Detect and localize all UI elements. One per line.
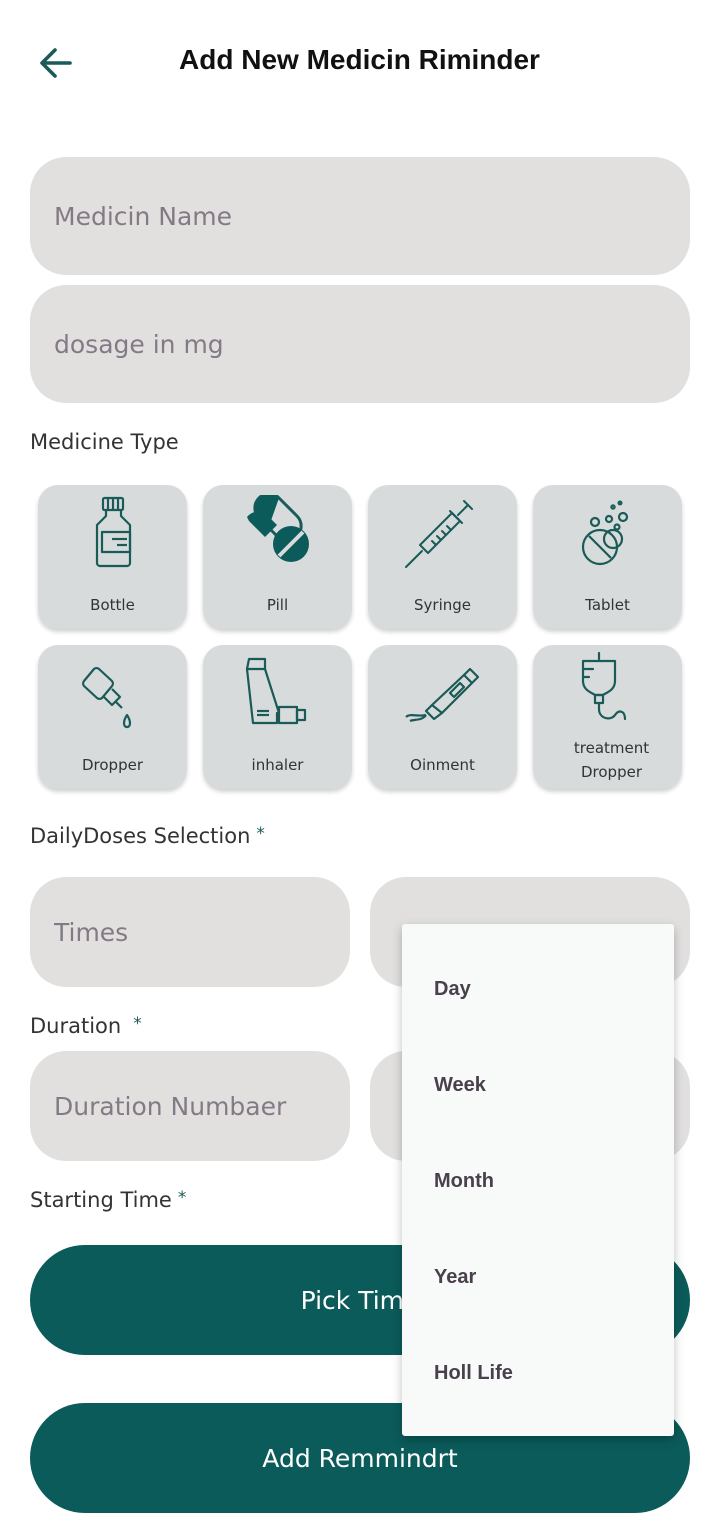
dropdown-option-holl-life[interactable]: Holl Life bbox=[402, 1325, 674, 1421]
type-label: Tablet bbox=[585, 596, 630, 614]
dropdown-option-month[interactable]: Month bbox=[402, 1133, 674, 1229]
type-label: Dropper bbox=[81, 756, 143, 774]
dropdown-option-year[interactable]: Year bbox=[402, 1229, 674, 1325]
type-card-syringe[interactable]: Syringe bbox=[368, 485, 517, 629]
pill-icon bbox=[247, 495, 309, 562]
type-card-dropper[interactable]: Dropper bbox=[38, 645, 187, 789]
daily-doses-label-text: DailyDoses Selection bbox=[30, 824, 251, 848]
type-label: inhaler bbox=[251, 756, 304, 774]
type-card-bottle[interactable]: Bottle bbox=[38, 485, 187, 629]
dropper-icon bbox=[82, 667, 132, 729]
type-card-inhaler[interactable]: inhaler bbox=[203, 645, 352, 789]
type-label: treatment Dropper bbox=[573, 739, 650, 781]
required-mark: * bbox=[256, 824, 265, 844]
type-label: Pill bbox=[266, 596, 289, 614]
type-label: Oinment bbox=[410, 756, 475, 774]
duration-label: Duration * bbox=[30, 1014, 142, 1038]
times-input[interactable] bbox=[30, 877, 350, 987]
required-mark: * bbox=[133, 1014, 142, 1034]
iv-drip-icon bbox=[581, 651, 627, 721]
dosage-input[interactable] bbox=[30, 285, 690, 403]
app-header: Add New Medicin Riminder bbox=[0, 0, 719, 125]
dropdown-option-day[interactable]: Day bbox=[402, 941, 674, 1037]
bottle-icon bbox=[95, 496, 132, 568]
dropdown-option-week[interactable]: Week bbox=[402, 1037, 674, 1133]
medicine-name-input[interactable] bbox=[30, 157, 690, 275]
syringe-icon bbox=[405, 500, 473, 568]
type-card-treatment-dropper[interactable]: treatment Dropper bbox=[533, 645, 682, 789]
starting-time-label-text: Starting Time bbox=[30, 1188, 172, 1212]
starting-time-label: Starting Time * bbox=[30, 1188, 186, 1212]
type-label: Bottle bbox=[90, 596, 135, 614]
type-card-tablet[interactable]: Tablet bbox=[533, 485, 682, 629]
duration-number-input[interactable] bbox=[30, 1051, 350, 1161]
medicine-type-label: Medicine Type bbox=[30, 430, 179, 454]
daily-doses-label: DailyDoses Selection * bbox=[30, 824, 265, 848]
required-mark: * bbox=[177, 1188, 187, 1208]
page-title: Add New Medicin Riminder bbox=[179, 44, 540, 75]
type-card-ointment[interactable]: Oinment bbox=[368, 645, 517, 789]
tablet-icon bbox=[581, 500, 629, 566]
ointment-icon bbox=[405, 667, 480, 723]
period-dropdown-menu: Day Week Month Year Holl Life bbox=[402, 924, 674, 1436]
type-label: Syringe bbox=[414, 596, 471, 614]
add-reminder-label: Add Remmindrt bbox=[262, 1443, 458, 1473]
inhaler-icon bbox=[245, 657, 307, 725]
duration-label-text: Duration bbox=[30, 1014, 122, 1038]
type-card-pill[interactable]: Pill bbox=[203, 485, 352, 629]
